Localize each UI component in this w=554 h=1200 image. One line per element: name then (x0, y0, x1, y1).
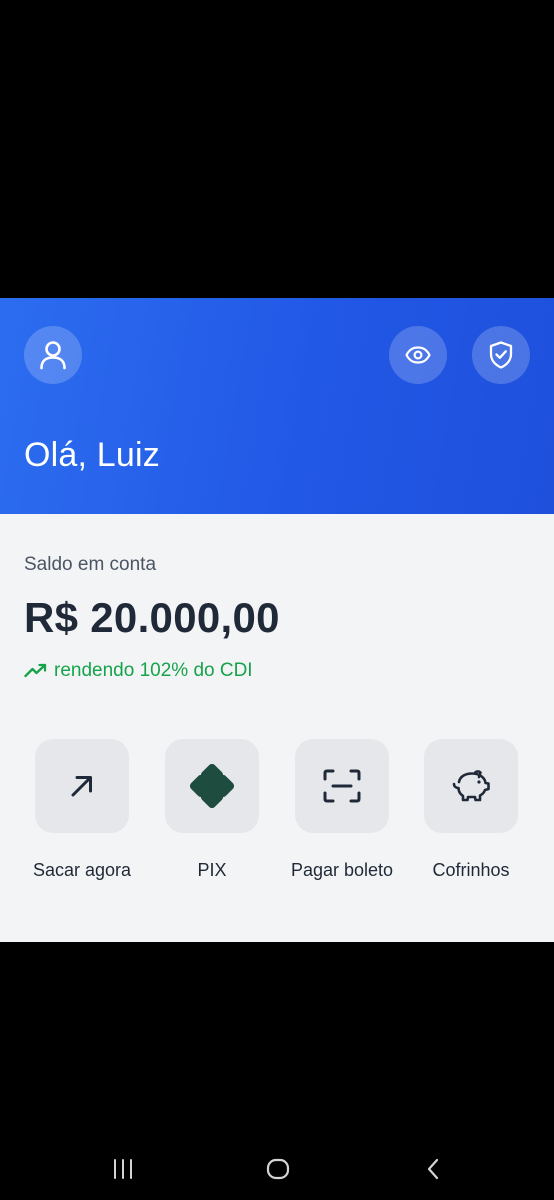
system-navigation-bar (0, 1140, 554, 1200)
yield-text: rendendo 102% do CDI (54, 660, 253, 681)
arrow-up-right-icon (71, 776, 92, 797)
toggle-balance-visibility-button[interactable] (389, 326, 447, 384)
eye-icon (405, 346, 431, 364)
phone-screen: Olá, Luiz Saldo em conta R$ 20.000,00 re… (0, 0, 554, 1200)
greeting-text: Olá, Luiz (24, 436, 160, 474)
back-button[interactable] (413, 1154, 453, 1184)
pix-button[interactable] (165, 739, 259, 833)
withdraw-now-action[interactable]: Sacar agora (17, 739, 147, 881)
pix-action[interactable]: PIX (147, 739, 277, 881)
pix-icon (190, 764, 234, 808)
user-icon (40, 341, 66, 370)
pix-label: PIX (197, 860, 227, 880)
profile-button[interactable] (24, 326, 82, 384)
pay-bill-action[interactable]: Pagar boleto (277, 739, 407, 881)
pay-bill-button[interactable] (295, 739, 389, 833)
piggy-banks-label: Cofrinhos (432, 860, 510, 880)
barcode-scan-icon (323, 769, 361, 803)
balance-section: Saldo em conta R$ 20.000,00 rendendo 102… (0, 514, 554, 942)
balance-label: Saldo em conta (24, 554, 157, 575)
balance-value: R$ 20.000,00 (24, 594, 280, 641)
shield-check-icon (489, 341, 513, 369)
pay-bill-label: Pagar boleto (290, 860, 394, 880)
recents-button[interactable] (103, 1154, 143, 1184)
withdraw-now-label: Sacar agora (32, 860, 132, 880)
recents-icon (114, 1159, 132, 1179)
app-header: Olá, Luiz (0, 298, 554, 514)
security-button[interactable] (472, 326, 530, 384)
piggy-bank-icon (452, 770, 490, 802)
piggy-banks-button[interactable] (424, 739, 518, 833)
trending-up-icon (24, 663, 47, 678)
home-button[interactable] (258, 1154, 298, 1184)
home-icon (266, 1158, 290, 1180)
back-icon (427, 1158, 439, 1180)
piggy-banks-action[interactable]: Cofrinhos (406, 739, 536, 881)
yield-info: rendendo 102% do CDI (24, 660, 253, 682)
withdraw-now-button[interactable] (35, 739, 129, 833)
